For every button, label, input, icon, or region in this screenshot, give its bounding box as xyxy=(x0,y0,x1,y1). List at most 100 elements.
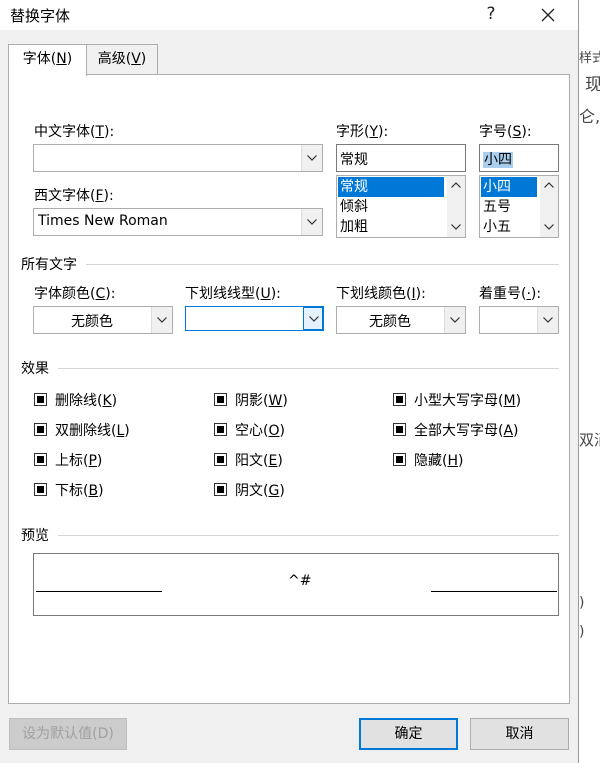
tab-advanced[interactable]: 高级(V) xyxy=(86,44,158,75)
tab-accesskey: V xyxy=(131,51,141,67)
emboss-label[interactable]: 阳文(E) xyxy=(235,450,283,470)
small-caps-checkbox[interactable] xyxy=(393,393,406,406)
font-size-value: 小四 xyxy=(483,152,513,168)
section-divider xyxy=(86,264,559,265)
chevron-down-icon xyxy=(450,317,460,323)
all-text-section-label: 所有文字 xyxy=(21,257,77,273)
chevron-down-icon xyxy=(307,155,317,161)
western-font-combo[interactable]: Times New Roman xyxy=(33,208,323,236)
tab-accesskey: N xyxy=(56,51,67,67)
font-color-value: 无颜色 xyxy=(71,314,113,330)
preview-sample-text: ^# xyxy=(288,573,312,589)
ok-button[interactable]: 确定 xyxy=(359,718,458,750)
cancel-button[interactable]: 取消 xyxy=(470,718,569,750)
background-text: ) xyxy=(579,595,585,611)
chinese-font-label: 中文字体(T): xyxy=(34,124,115,140)
dialog-title: 替换字体 xyxy=(10,7,71,25)
scroll-down-button[interactable] xyxy=(540,219,558,236)
font-size-list[interactable]: 小四 五号 小五 xyxy=(479,175,559,238)
font-color-combo[interactable]: 无颜色 xyxy=(33,306,173,334)
title-bar: 替换字体 ? xyxy=(0,0,578,30)
chevron-down-icon xyxy=(544,224,554,230)
underline-color-label: 下划线颜色(I): xyxy=(336,286,426,302)
preview-box: ^# xyxy=(33,553,559,616)
preview-section-label: 预览 xyxy=(21,528,49,544)
scroll-up-button[interactable] xyxy=(447,177,465,194)
engrave-checkbox[interactable] xyxy=(214,483,227,496)
engrave-label[interactable]: 阴文(G) xyxy=(235,480,285,500)
dropdown-button[interactable] xyxy=(537,307,558,333)
strikethrough-label[interactable]: 删除线(K) xyxy=(55,390,117,410)
dropdown-button[interactable] xyxy=(151,307,172,333)
tab-label: 高级( xyxy=(97,51,132,67)
scroll-down-button[interactable] xyxy=(447,219,465,236)
font-style-option[interactable]: 加粗 xyxy=(338,217,444,237)
font-style-option[interactable]: 倾斜 xyxy=(338,197,444,217)
underline-color-combo[interactable]: 无颜色 xyxy=(336,306,466,334)
font-size-option[interactable]: 小四 xyxy=(481,177,537,197)
shadow-label[interactable]: 阴影(W) xyxy=(235,390,288,410)
hidden-label[interactable]: 隐藏(H) xyxy=(414,450,463,470)
double-strikethrough-label[interactable]: 双删除线(L) xyxy=(55,420,130,440)
all-caps-checkbox[interactable] xyxy=(393,423,406,436)
underline-style-combo[interactable] xyxy=(185,306,324,331)
all-caps-label[interactable]: 全部大写字母(A) xyxy=(414,420,519,440)
font-style-input[interactable]: 常规 xyxy=(336,144,466,172)
hidden-checkbox[interactable] xyxy=(393,453,406,466)
strikethrough-checkbox[interactable] xyxy=(34,393,47,406)
superscript-checkbox[interactable] xyxy=(34,453,47,466)
background-text: ) xyxy=(579,624,585,640)
font-size-option[interactable]: 五号 xyxy=(481,197,537,217)
font-size-option[interactable]: 小五 xyxy=(481,217,537,237)
chevron-down-icon xyxy=(543,317,553,323)
chevron-down-icon xyxy=(451,224,461,230)
western-font-label: 西文字体(F): xyxy=(34,188,114,204)
emphasis-mark-combo[interactable] xyxy=(479,306,559,334)
subscript-label[interactable]: 下标(B) xyxy=(55,480,104,500)
scroll-up-button[interactable] xyxy=(540,177,558,194)
tab-label: ) xyxy=(140,51,147,67)
subscript-checkbox[interactable] xyxy=(34,483,47,496)
chevron-up-icon xyxy=(544,182,554,188)
chevron-up-icon xyxy=(451,182,461,188)
font-size-scrollbar[interactable] xyxy=(540,176,558,237)
emphasis-mark-label: 着重号(·): xyxy=(479,286,542,302)
superscript-label[interactable]: 上标(P) xyxy=(55,450,102,470)
underline-color-value: 无颜色 xyxy=(369,314,411,330)
chinese-font-combo[interactable] xyxy=(33,144,323,172)
background-text: 样式 xyxy=(579,51,600,66)
preview-baseline-left xyxy=(36,591,162,592)
dropdown-button[interactable] xyxy=(301,209,322,235)
font-style-label: 字形(Y): xyxy=(336,124,389,140)
small-caps-label[interactable]: 小型大写字母(M) xyxy=(414,390,521,410)
preview-baseline-right xyxy=(431,591,557,592)
background-text: 仑, xyxy=(579,107,600,126)
underline-style-label: 下划线线型(U): xyxy=(185,286,281,302)
close-button[interactable] xyxy=(525,0,571,30)
outline-checkbox[interactable] xyxy=(214,423,227,436)
dropdown-button[interactable] xyxy=(303,307,323,330)
background-document: 样式 现 仑, 双消 ) ) xyxy=(579,0,600,763)
dropdown-button[interactable] xyxy=(301,145,322,171)
double-strikethrough-checkbox[interactable] xyxy=(34,423,47,436)
font-style-option[interactable]: 常规 xyxy=(338,177,444,197)
set-default-button[interactable]: 设为默认值(D) xyxy=(9,718,127,750)
shadow-checkbox[interactable] xyxy=(214,393,227,406)
western-font-value: Times New Roman xyxy=(38,213,168,229)
outline-label[interactable]: 空心(O) xyxy=(235,420,285,440)
replace-font-dialog: 替换字体 ? 字体(N) 高级(V) 中文字体(T): 西文字体(F): Tim… xyxy=(0,0,579,763)
font-size-label: 字号(S): xyxy=(479,124,532,140)
font-size-input[interactable]: 小四 xyxy=(479,144,559,172)
dropdown-button[interactable] xyxy=(444,307,465,333)
help-button[interactable]: ? xyxy=(468,0,514,30)
chevron-down-icon xyxy=(157,317,167,323)
section-divider xyxy=(58,535,559,536)
tab-label: 字体( xyxy=(22,51,57,67)
chevron-down-icon xyxy=(309,316,319,322)
emboss-checkbox[interactable] xyxy=(214,453,227,466)
font-style-list[interactable]: 常规 倾斜 加粗 xyxy=(336,175,466,238)
background-text: 现 xyxy=(585,75,600,95)
tab-font[interactable]: 字体(N) xyxy=(8,44,87,76)
font-color-label: 字体颜色(C): xyxy=(34,286,116,302)
font-style-scrollbar[interactable] xyxy=(447,176,465,237)
